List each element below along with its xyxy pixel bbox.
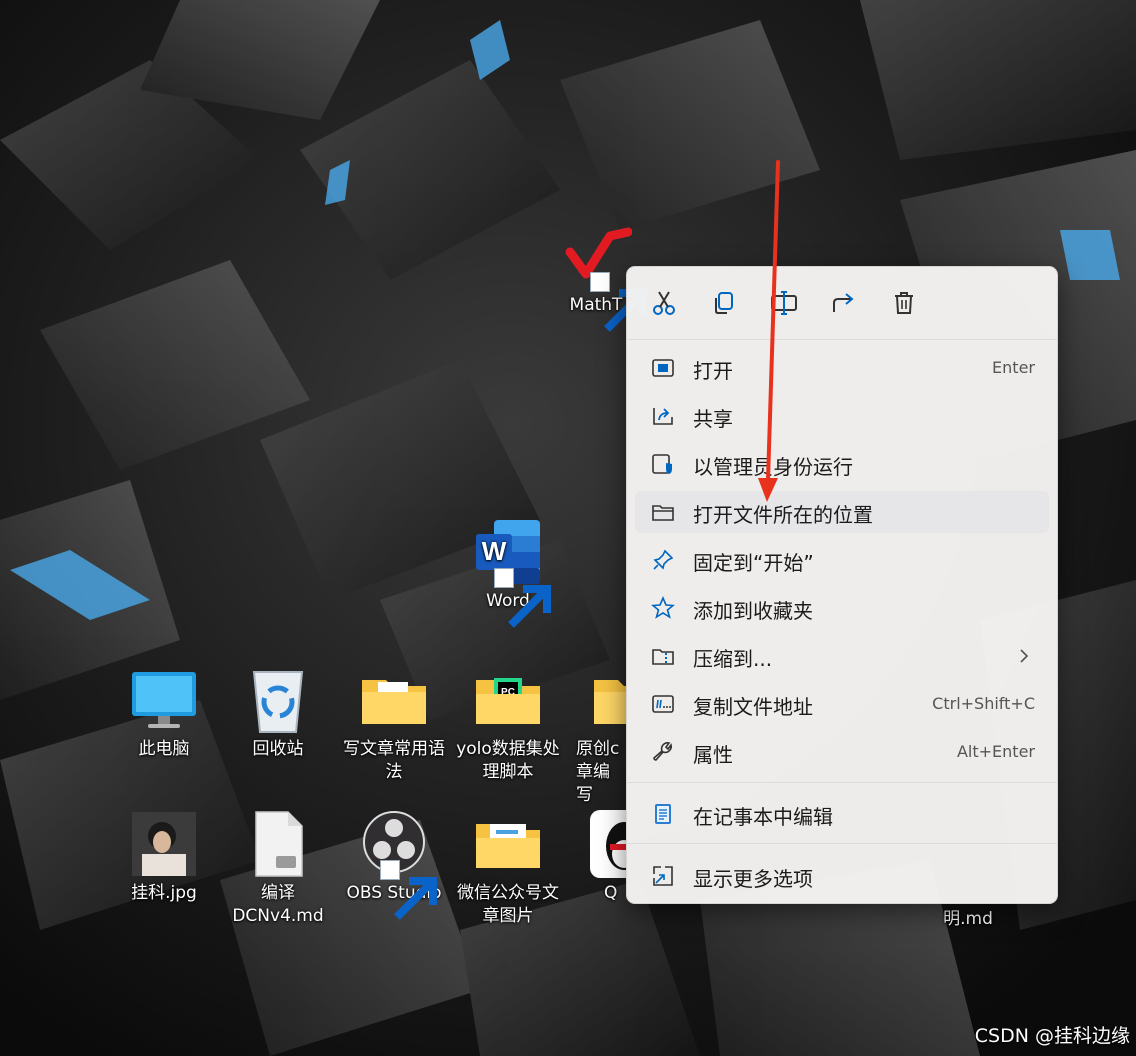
- folder-pycharm-icon: PC: [476, 678, 540, 724]
- desktop-icon-word[interactable]: W Word: [452, 516, 564, 628]
- desktop-icon-label: 明.md: [943, 909, 993, 929]
- desktop-icon-label: 微信公众号文章图片: [457, 883, 559, 926]
- desktop-icon-label: 回收站: [252, 739, 304, 759]
- menu-item-share[interactable]: 共享: [635, 395, 1049, 437]
- folder-icon: [362, 680, 426, 724]
- desktop-icon-md-file[interactable]: 编译DCNv4.md: [222, 808, 334, 928]
- menu-item-shortcut: Enter: [992, 358, 1035, 377]
- menu-item-shortcut: Ctrl+Shift+C: [932, 694, 1035, 713]
- menu-item-edit-in-notepad[interactable]: 在记事本中编辑: [635, 793, 1049, 835]
- zip-icon: [652, 649, 674, 665]
- desktop-icon-folder-original[interactable]: 原创c 章编写: [566, 664, 626, 807]
- menu-item-label: 共享: [693, 407, 733, 431]
- delete-button[interactable]: [887, 286, 921, 320]
- desktop-icon-folder-wechat[interactable]: 微信公众号文章图片: [452, 808, 564, 928]
- desktop-icon-folder-yolo[interactable]: PC yolo数据集处理脚本: [452, 664, 564, 784]
- pin-icon: [653, 549, 674, 570]
- menu-item-label: 复制文件地址: [693, 695, 813, 719]
- menu-item-label: 打开文件所在的位置: [693, 503, 873, 527]
- menu-item-label: 打开: [693, 359, 733, 383]
- desktop-icon-label: yolo数据集处理脚本: [456, 739, 560, 782]
- more-options-icon: [653, 866, 673, 886]
- menu-item-label: 固定到“开始”: [693, 551, 814, 575]
- desktop-icon-label: 写文章常用语法: [343, 739, 445, 782]
- folder-icon: [476, 824, 540, 868]
- desktop-icon-photo[interactable]: 挂科.jpg: [108, 808, 220, 905]
- wrench-icon: [653, 742, 672, 761]
- share-icon: [653, 408, 673, 425]
- desktop-icon-obs[interactable]: OBS Studio: [338, 808, 450, 920]
- notepad-icon: [655, 804, 671, 824]
- markdown-file-icon: [255, 811, 303, 877]
- menu-item-pin-to-start[interactable]: 固定到“开始”: [635, 539, 1049, 581]
- menu-item-add-to-favorites[interactable]: 添加到收藏夹: [635, 587, 1049, 629]
- shortcut-arrow-icon: [494, 568, 551, 628]
- desktop-icon-label: 章编写: [576, 762, 610, 805]
- menu-item-copy-as-path[interactable]: 复制文件地址 Ctrl+Shift+C: [635, 683, 1049, 725]
- menu-item-label: 压缩到...: [693, 647, 773, 671]
- cut-icon: [653, 291, 675, 315]
- open-icon: [652, 359, 674, 377]
- share-button[interactable]: [827, 286, 861, 320]
- context-menu-quick-actions: [627, 267, 1057, 339]
- folder-icon: [594, 680, 626, 724]
- delete-icon: [895, 292, 913, 314]
- desktop-icon-qq[interactable]: Q: [566, 808, 626, 905]
- desktop-icon-recycle-bin[interactable]: 回收站: [222, 664, 334, 761]
- copy-path-icon: [652, 695, 674, 713]
- menu-item-show-more-options[interactable]: 显示更多选项: [635, 855, 1049, 897]
- menu-item-open-file-location[interactable]: 打开文件所在的位置: [635, 491, 1049, 533]
- menu-separator: [627, 339, 1057, 340]
- menu-item-label: 属性: [693, 743, 733, 767]
- watermark: CSDN @挂科边缘: [974, 1025, 1130, 1047]
- menu-item-run-as-admin[interactable]: 以管理员身份运行: [635, 443, 1049, 485]
- desktop-icon-label: Q: [604, 883, 618, 903]
- menu-item-label: 在记事本中编辑: [693, 805, 833, 829]
- desktop-icon-label: 编译DCNv4.md: [232, 883, 324, 926]
- admin-shield-icon: [652, 454, 672, 474]
- folder-icon: [652, 505, 674, 521]
- desktop-icon-this-pc[interactable]: 此电脑: [108, 664, 220, 761]
- copy-button[interactable]: [707, 286, 741, 320]
- desktop-icon-label: 原创c: [576, 739, 620, 759]
- menu-item-label: 显示更多选项: [693, 867, 813, 891]
- monitor-icon: [132, 672, 196, 728]
- desktop-icon-mathtype[interactable]: MathT: [556, 222, 647, 332]
- star-icon: [651, 596, 675, 619]
- desktop-icon-label: 此电脑: [138, 739, 190, 759]
- menu-item-compress-to[interactable]: 压缩到...: [635, 635, 1049, 677]
- context-menu: 打开 Enter 共享 以管理员身份运行 打开文件所在的位置 固定到“开始” 添…: [626, 266, 1058, 904]
- rename-button[interactable]: [767, 286, 801, 320]
- menu-item-label: 添加到收藏夹: [693, 599, 813, 623]
- chevron-right-icon: [1020, 649, 1029, 663]
- desktop-icon-md-partial[interactable]: 明.md: [912, 908, 1024, 931]
- svg-text:W: W: [482, 536, 507, 566]
- cut-button[interactable]: [647, 286, 681, 320]
- qq-icon: [590, 810, 626, 878]
- copy-icon: [715, 292, 733, 314]
- photo-thumbnail-icon: [132, 812, 196, 876]
- shortcut-arrow-icon: [590, 272, 647, 332]
- desktop-icon-folder-writing[interactable]: 写文章常用语法: [338, 664, 450, 784]
- menu-item-open[interactable]: 打开 Enter: [635, 347, 1049, 389]
- rename-icon: [771, 291, 797, 315]
- menu-separator: [627, 843, 1057, 844]
- recycle-bin-icon: [252, 671, 304, 733]
- shortcut-arrow-icon: [380, 860, 437, 920]
- share-icon: [833, 293, 854, 312]
- menu-item-properties[interactable]: 属性 Alt+Enter: [635, 731, 1049, 773]
- menu-item-label: 以管理员身份运行: [693, 455, 853, 479]
- desktop-icon-label: 挂科.jpg: [131, 883, 197, 903]
- menu-item-shortcut: Alt+Enter: [956, 742, 1035, 761]
- menu-separator: [627, 782, 1057, 783]
